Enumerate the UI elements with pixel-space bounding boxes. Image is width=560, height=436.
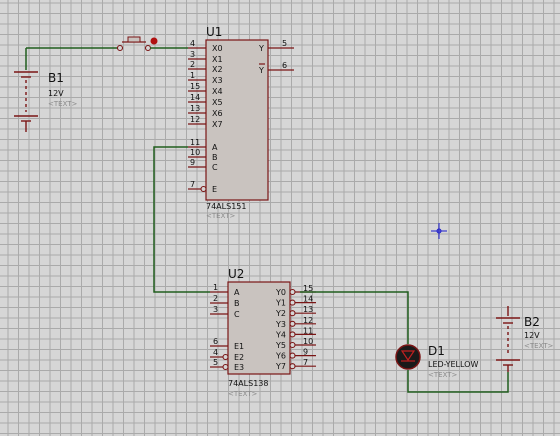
- u2-out-pin-number: 14: [303, 295, 313, 304]
- u1-pin-name: X5: [212, 98, 223, 107]
- u1-pin-name: A: [212, 143, 218, 152]
- d1-ref: D1: [428, 344, 445, 358]
- u2-out-bubble: [289, 352, 296, 359]
- u2-out-pin-number: 12: [303, 316, 313, 325]
- u2-out-pin-name: Y4: [275, 330, 286, 339]
- u2-pin-name: E2: [234, 353, 244, 362]
- u2-pin-number: 1: [213, 283, 218, 292]
- u2-pin-number: 6: [213, 337, 218, 346]
- u2-out-bubble: [289, 288, 296, 296]
- u2-inverter-bubble: [222, 353, 229, 361]
- u1-pin-number: 9: [190, 158, 195, 167]
- u1-pin-number: 11: [190, 138, 200, 147]
- u2-out-pin-name: Y2: [275, 309, 286, 318]
- u2-out-bubble: [289, 363, 296, 370]
- u2-pin-name: C: [234, 310, 240, 319]
- u1-pin-number: 14: [190, 93, 200, 102]
- u1-74als151[interactable]: U1 74ALS151 <TEXT> 4 X0 3 X1 2 X2 1 X3 15 X4 14 X5 1…: [188, 25, 294, 220]
- u2-out-pin-name: Y3: [275, 320, 286, 329]
- u2-pin-number: 5: [213, 358, 218, 367]
- u1-pin-name: X2: [212, 65, 223, 74]
- u2-out-bubble: [289, 310, 296, 317]
- u2-out-bubble: [289, 341, 296, 349]
- u1-part: 74ALS151: [206, 202, 246, 211]
- u2-out-pin-name: Y6: [275, 352, 286, 361]
- u1-pin-number: 2: [190, 60, 195, 69]
- u2-pin-number: 2: [213, 294, 218, 303]
- u2-out-pin-name: Y0: [275, 288, 286, 297]
- b1-value: 12V: [48, 89, 64, 98]
- u1-ref: U1: [206, 25, 222, 39]
- u1-out-pin-name: Y: [258, 66, 264, 75]
- u1-out-pin-number: 6: [282, 61, 287, 70]
- u1-pin-number: 10: [190, 148, 200, 157]
- u1-pin-name: X7: [212, 120, 223, 129]
- u1-pin-number: 13: [190, 104, 200, 113]
- u1-pin-name: E: [212, 185, 217, 194]
- u2-out-pin-name: Y7: [275, 362, 286, 371]
- u2-out-pin-number: 11: [303, 326, 313, 335]
- u1-inverter-bubble: [200, 185, 207, 193]
- u2-out-pin-number: 10: [303, 337, 313, 346]
- u2-pin-number: 3: [213, 305, 218, 314]
- u1-pin-number: 4: [190, 39, 195, 48]
- u1-pin-name: X3: [212, 76, 223, 85]
- u1-pin-number: 3: [190, 50, 195, 59]
- u1-pin-number: 1: [190, 71, 195, 80]
- u1-pin-name: C: [212, 163, 218, 172]
- u1-out-pin-number: 5: [282, 39, 287, 48]
- u2-out-bubble: [289, 331, 296, 338]
- b1-ref: B1: [48, 71, 64, 85]
- u2-out-bubble: [289, 320, 296, 327]
- schematic-canvas[interactable]: B1 12V <TEXT> U1 74ALS151 <TEXT> 4X03X12…: [0, 0, 560, 436]
- u1-pin-number: 12: [190, 115, 200, 124]
- u1-pin-name: B: [212, 153, 218, 162]
- d1-part: LED-YELLOW: [428, 360, 478, 369]
- u1-pin-name: X4: [212, 87, 223, 96]
- u2-pin-name: B: [234, 299, 240, 308]
- u2-pin-number: 4: [213, 348, 218, 357]
- u2-pin-name: A: [234, 288, 240, 297]
- b1-text: <TEXT>: [48, 100, 78, 108]
- b2-ref: B2: [524, 315, 540, 329]
- u1-pin-name: X1: [212, 55, 223, 64]
- u2-out-pin-number: 9: [303, 348, 308, 357]
- u2-part: 74ALS138: [228, 379, 268, 388]
- u2-pin-name: E1: [234, 342, 244, 351]
- u1-text: <TEXT>: [206, 212, 236, 220]
- u1-pin-number: 7: [190, 180, 195, 189]
- u2-out-pin-number: 13: [303, 305, 313, 314]
- u1-out-pin-name: Y: [258, 44, 264, 53]
- u2-ref: U2: [228, 267, 244, 281]
- u1-pin-name: X0: [212, 44, 223, 53]
- b2-text: <TEXT>: [524, 342, 554, 350]
- u2-inverter-bubble: [222, 363, 229, 371]
- u2-out-pin-number: 7: [303, 358, 308, 367]
- b2-value: 12V: [524, 331, 540, 340]
- u2-out-bubble: [289, 299, 296, 306]
- push-button-switch-icon[interactable]: [116, 36, 189, 52]
- wire-select-a[interactable]: [153, 146, 210, 293]
- u2-out-pin-name: Y1: [275, 299, 286, 308]
- d1-text: <TEXT>: [428, 371, 458, 379]
- u1-pin-name: X6: [212, 109, 223, 118]
- u2-out-pin-name: Y5: [275, 341, 286, 350]
- u1-pin-number: 15: [190, 82, 200, 91]
- u2-pin-name: E3: [234, 363, 244, 372]
- u2-text: <TEXT>: [228, 390, 258, 398]
- crosshair-marker-icon[interactable]: [431, 223, 447, 239]
